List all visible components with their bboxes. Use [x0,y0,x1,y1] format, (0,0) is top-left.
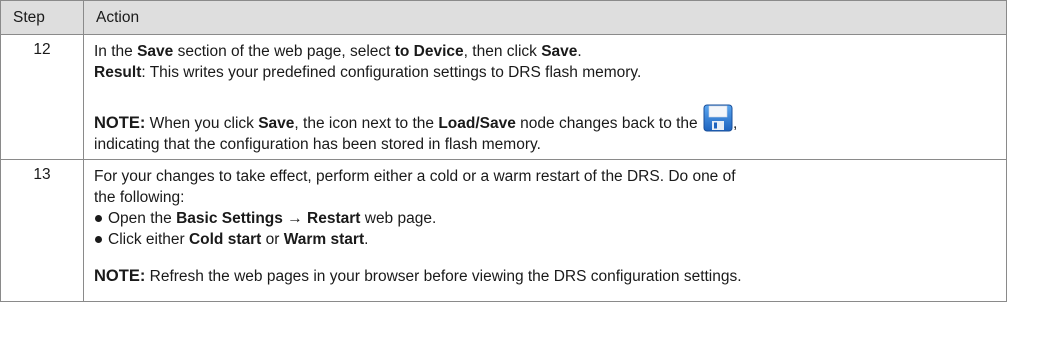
note-label: NOTE: [94,267,146,285]
bullet-icon [95,215,102,222]
arrow-right-icon: → [282,210,308,227]
list-item: Click either Cold start or Warm start. [94,229,998,250]
result-line: Result: This writes your predefined conf… [94,64,642,81]
action-cell: In the Save section of the web page, sel… [83,34,1007,160]
table-header-row: Step Action [0,0,1007,35]
to-device-term: to Device [394,43,464,60]
warm-start-term: Warm start [283,231,365,248]
column-header-step: Step [0,0,84,35]
instruction-line: For your changes to take effect, perform… [94,168,736,185]
note-line: NOTE: When you click Save, the icon next… [94,104,998,134]
note-line: NOTE: Refresh the web pages in your brow… [94,267,742,285]
step-number: 13 [0,159,84,302]
restart-term: Restart [307,210,361,227]
list-item: Open the Basic Settings → Restart web pa… [94,208,998,229]
bullet-icon [95,236,102,243]
instruction-line: In the Save section of the web page, sel… [94,43,582,60]
save-section-term: Save [137,43,174,60]
note-label: NOTE: [94,114,146,132]
note-continuation: indicating that the configuration has be… [94,136,541,153]
floppy-disk-save-icon [703,104,733,132]
instruction-line: the following: [94,189,185,206]
bullet-list: Open the Basic Settings → Restart web pa… [94,208,998,250]
basic-settings-term: Basic Settings [176,210,283,227]
column-header-action: Action [83,0,1007,35]
table-row: 13 For your changes to take effect, perf… [0,159,1007,302]
table-row: 12 In the Save section of the web page, … [0,34,1007,160]
result-label: Result [94,64,142,81]
save-term: Save [541,43,578,60]
action-cell: For your changes to take effect, perform… [83,159,1007,302]
procedure-table: Step Action 12 In the Save section of th… [0,0,1007,302]
step-number: 12 [0,34,84,160]
cold-start-term: Cold start [188,231,262,248]
